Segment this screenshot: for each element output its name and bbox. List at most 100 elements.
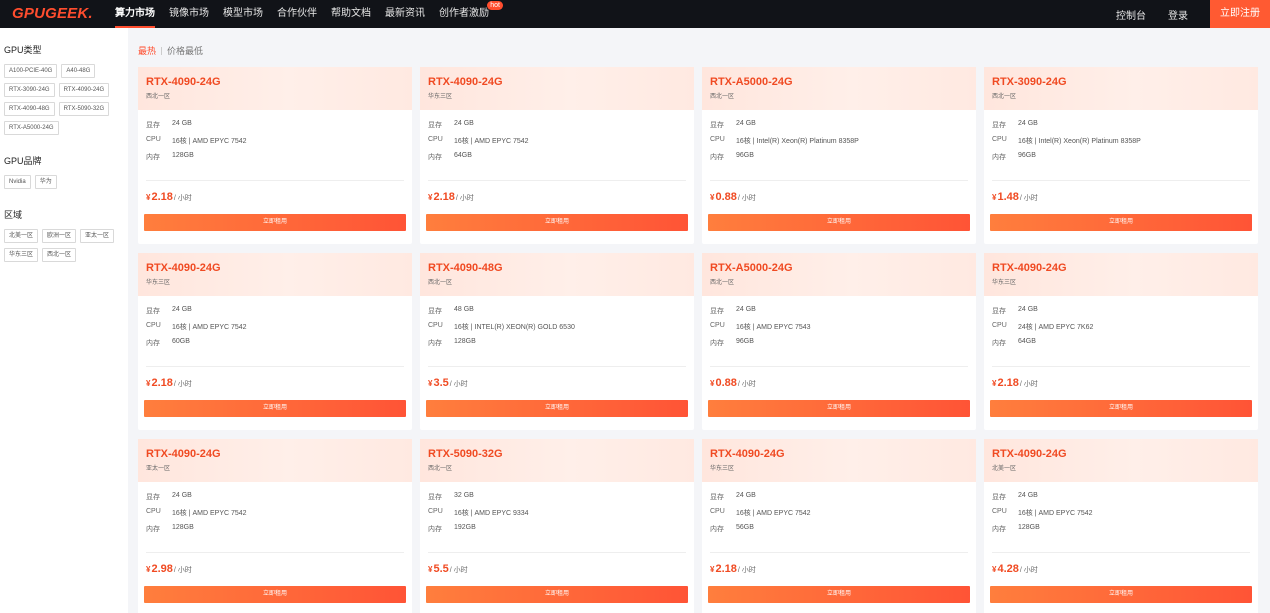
filter-tag-gpu-type[interactable]: A100-PCIE-40G (4, 64, 58, 78)
gpu-card-region: 北美一区 (992, 466, 1017, 472)
spec-ram: 内存 64GB (428, 152, 472, 161)
rent-now-button[interactable]: 立即租用 (144, 586, 406, 603)
gpu-card-region: 西北一区 (992, 94, 1017, 100)
spec-vram: 显存 24 GB (146, 306, 192, 315)
gpu-card-header: RTX-4090-24G 北美一区 (984, 439, 1258, 482)
gpu-card-price: ¥1.48/ 小时 (992, 191, 1038, 203)
gpu-card-header: RTX-4090-24G 华东三区 (138, 253, 412, 296)
spec-vram: 显存 24 GB (710, 120, 756, 129)
rent-now-button[interactable]: 立即租用 (708, 586, 970, 603)
login-link[interactable]: 登录 (1168, 7, 1188, 22)
spec-ram: 内存 60GB (146, 338, 190, 347)
filter-tag-gpu-type[interactable]: RTX-4090-48G (4, 102, 55, 116)
rent-now-button[interactable]: 立即租用 (708, 400, 970, 417)
nav-model-market[interactable]: 模型市场 (223, 0, 263, 28)
card-divider (428, 366, 686, 367)
gpugeek-logo[interactable]: GPUGEEK. (12, 5, 93, 22)
filter-tag-gpu-type[interactable]: A40-48G (61, 64, 96, 78)
spec-cpu: CPU 16核 | AMD EPYC 7542 (146, 322, 247, 331)
spec-cpu: CPU 24核 | AMD EPYC 7K62 (992, 322, 1094, 331)
rent-now-button[interactable]: 立即租用 (990, 400, 1252, 417)
gpu-card-header: RTX-3090-24G 西北一区 (984, 67, 1258, 110)
filter-tag-region[interactable]: 华东三区 (4, 248, 39, 262)
spec-cpu: CPU 16核 | AMD EPYC 7542 (428, 136, 529, 145)
gpu-card-region: 西北一区 (710, 94, 735, 100)
gpu-card: RTX-4090-48G 西北一区 显存 48 GB CPU 16核 | INTEL… (420, 253, 694, 430)
filter-tag-gpu-type[interactable]: RTX-A5000-24G (4, 121, 59, 135)
gpu-card-header: RTX-4090-48G 西北一区 (420, 253, 694, 296)
gpu-card-header: RTX-4090-24G 亚太一区 (138, 439, 412, 482)
nav-compute-market[interactable]: 算力市场 (115, 0, 155, 28)
nav-latest-news[interactable]: 最新资讯 (385, 0, 425, 28)
card-divider (710, 552, 968, 553)
filter-tag-region[interactable]: 西北一区 (42, 248, 77, 262)
rent-now-button[interactable]: 立即租用 (426, 400, 688, 417)
rent-now-button[interactable]: 立即租用 (426, 586, 688, 603)
gpu-card: RTX-4090-24G 华东三区 显存 24 GB CPU 16核 | AMD E… (420, 67, 694, 244)
rent-now-button[interactable]: 立即租用 (708, 214, 970, 231)
rent-now-button[interactable]: 立即租用 (144, 214, 406, 231)
sort-lowest-price[interactable]: 价格最低 (167, 44, 203, 57)
filter-tag-gpu-type[interactable]: RTX-5090-32G (58, 102, 110, 116)
gpu-card: RTX-4090-24G 北美一区 显存 24 GB CPU 16核 | AMD E… (984, 439, 1258, 613)
filter-tag-region[interactable]: 北美一区 (4, 229, 39, 243)
card-divider (710, 180, 968, 181)
nav-help-docs[interactable]: 帮助文档 (331, 0, 371, 28)
spec-vram: 显存 24 GB (146, 492, 192, 501)
gpu-card-header: RTX-4090-24G 西北一区 (138, 67, 412, 110)
gpu-card-region: 西北一区 (428, 466, 453, 472)
filter-tag-gpu-type[interactable]: RTX-4090-24G (58, 83, 110, 97)
gpu-card-title: RTX-A5000-24G (710, 76, 793, 88)
gpu-card: RTX-4090-24G 西北一区 显存 24 GB CPU 16核 | AMD E… (138, 67, 412, 244)
rent-now-button[interactable]: 立即租用 (990, 586, 1252, 603)
card-divider (428, 180, 686, 181)
filter-tag-gpu-type[interactable]: RTX-3090-24G (4, 83, 55, 97)
gpu-brand-title: GPU品牌 (4, 156, 42, 166)
nav-partners[interactable]: 合作伙伴 (277, 0, 317, 28)
card-divider (146, 366, 404, 367)
spec-vram: 显存 24 GB (428, 120, 474, 129)
nav-creator-incentive[interactable]: 创作者激励 hot (439, 0, 503, 28)
spec-vram: 显存 24 GB (992, 120, 1038, 129)
gpu-card-header: RTX-5090-32G 西北一区 (420, 439, 694, 482)
gpu-card-title: RTX-A5000-24G (710, 262, 793, 274)
spec-ram: 内存 128GB (992, 524, 1040, 533)
gpu-card-region: 西北一区 (428, 280, 453, 286)
spec-vram: 显存 24 GB (992, 492, 1038, 501)
rent-now-button[interactable]: 立即租用 (144, 400, 406, 417)
region-tags: 北美一区 欧洲一区 亚太一区 华东三区 西北一区 (4, 229, 124, 267)
gpu-card: RTX-A5000-24G 西北一区 显存 24 GB CPU 16核 | AMD … (702, 253, 976, 430)
filter-tag-region[interactable]: 亚太一区 (80, 229, 115, 243)
spec-vram: 显存 24 GB (992, 306, 1038, 315)
gpu-brand-tags: Nvidia 华为 (4, 175, 124, 194)
spec-cpu: CPU 16核 | Intel(R) Xeon(R) Platinum 8358P (710, 136, 859, 145)
gpu-card: RTX-3090-24G 西北一区 显存 24 GB CPU 16核 | Intel… (984, 67, 1258, 244)
gpu-card-region: 华东三区 (992, 280, 1017, 286)
filter-tag-gpu-brand[interactable]: Nvidia (4, 175, 31, 189)
filter-tag-gpu-brand[interactable]: 华为 (34, 175, 57, 189)
gpu-card: RTX-A5000-24G 西北一区 显存 24 GB CPU 16核 | Inte… (702, 67, 976, 244)
gpu-card-header: RTX-A5000-24G 西北一区 (702, 67, 976, 110)
register-button[interactable]: 立即注册 (1210, 0, 1270, 28)
gpu-card-price: ¥0.88/ 小时 (710, 377, 756, 389)
sort-hot[interactable]: 最热 (138, 44, 156, 57)
nav-right: 控制台 登录 立即注册 (1116, 0, 1270, 28)
spec-cpu: CPU 16核 | INTEL(R) XEON(R) GOLD 6530 (428, 322, 575, 331)
gpu-card-region: 亚太一区 (146, 466, 171, 472)
spec-ram: 内存 96GB (710, 338, 754, 347)
rent-now-button[interactable]: 立即租用 (990, 214, 1252, 231)
spec-ram: 内存 56GB (710, 524, 754, 533)
gpu-card-title: RTX-4090-24G (146, 76, 221, 88)
card-divider (146, 552, 404, 553)
nav-image-market[interactable]: 镜像市场 (169, 0, 209, 28)
console-link[interactable]: 控制台 (1116, 7, 1146, 22)
rent-now-button[interactable]: 立即租用 (426, 214, 688, 231)
gpu-card-price: ¥2.18/ 小时 (428, 191, 474, 203)
gpu-card-price: ¥5.5/ 小时 (428, 563, 468, 575)
card-divider (992, 552, 1250, 553)
gpu-card-price: ¥2.18/ 小时 (146, 377, 192, 389)
gpu-card-header: RTX-4090-24G 华东三区 (420, 67, 694, 110)
gpu-card-header: RTX-4090-24G 华东三区 (984, 253, 1258, 296)
gpu-card: RTX-4090-24G 华东三区 显存 24 GB CPU 24核 | AMD E… (984, 253, 1258, 430)
filter-tag-region[interactable]: 欧洲一区 (42, 229, 77, 243)
